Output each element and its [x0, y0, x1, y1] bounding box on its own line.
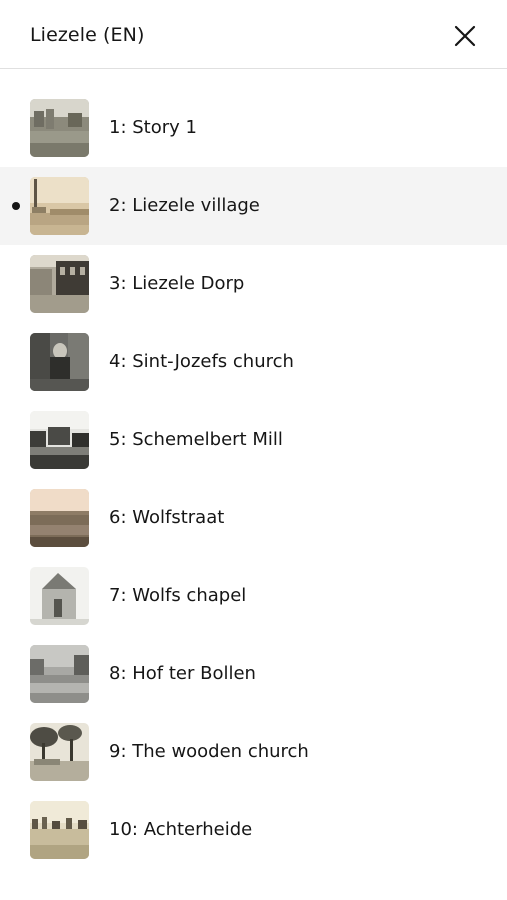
chapter-thumbnail — [30, 801, 89, 859]
chapter-item-10[interactable]: 10: Achterheide — [0, 791, 507, 869]
chapter-item-4[interactable]: 4: Sint-Jozefs church — [0, 323, 507, 401]
panel-title: Liezele (EN) — [30, 24, 145, 46]
close-icon — [454, 25, 476, 47]
chapter-label: 5: Schemelbert Mill — [109, 429, 283, 450]
chapter-label: 1: Story 1 — [109, 117, 197, 138]
chapter-item-2[interactable]: 2: Liezele village — [0, 167, 507, 245]
current-chapter-indicator — [12, 202, 20, 210]
close-button[interactable] — [448, 19, 482, 53]
chapter-thumbnail — [30, 333, 89, 391]
chapter-label: 9: The wooden church — [109, 741, 309, 762]
chapter-label: 10: Achterheide — [109, 819, 253, 840]
chapter-label: 7: Wolfs chapel — [109, 585, 247, 606]
chapter-item-9[interactable]: 9: The wooden church — [0, 713, 507, 791]
chapter-thumbnail — [30, 99, 89, 157]
chapter-thumbnail — [30, 567, 89, 625]
chapter-thumbnail — [30, 177, 89, 235]
chapter-item-6[interactable]: 6: Wolfstraat — [0, 479, 507, 557]
chapter-thumbnail — [30, 411, 89, 469]
chapter-thumbnail — [30, 489, 89, 547]
chapter-item-3[interactable]: 3: Liezele Dorp — [0, 245, 507, 323]
panel-header: Liezele (EN) — [0, 0, 507, 69]
chapter-label: 2: Liezele village — [109, 195, 260, 216]
chapter-item-1[interactable]: 1: Story 1 — [0, 89, 507, 167]
chapter-thumbnail — [30, 723, 89, 781]
chapter-label: 4: Sint-Jozefs church — [109, 351, 294, 372]
chapter-list: 1: Story 1 2: Liezele village 3: Liezele… — [0, 89, 507, 869]
chapter-thumbnail — [30, 255, 89, 313]
chapter-item-5[interactable]: 5: Schemelbert Mill — [0, 401, 507, 479]
chapter-item-7[interactable]: 7: Wolfs chapel — [0, 557, 507, 635]
chapter-label: 6: Wolfstraat — [109, 507, 225, 528]
chapter-label: 3: Liezele Dorp — [109, 273, 245, 294]
chapter-item-8[interactable]: 8: Hof ter Bollen — [0, 635, 507, 713]
chapter-label: 8: Hof ter Bollen — [109, 663, 256, 684]
chapter-thumbnail — [30, 645, 89, 703]
